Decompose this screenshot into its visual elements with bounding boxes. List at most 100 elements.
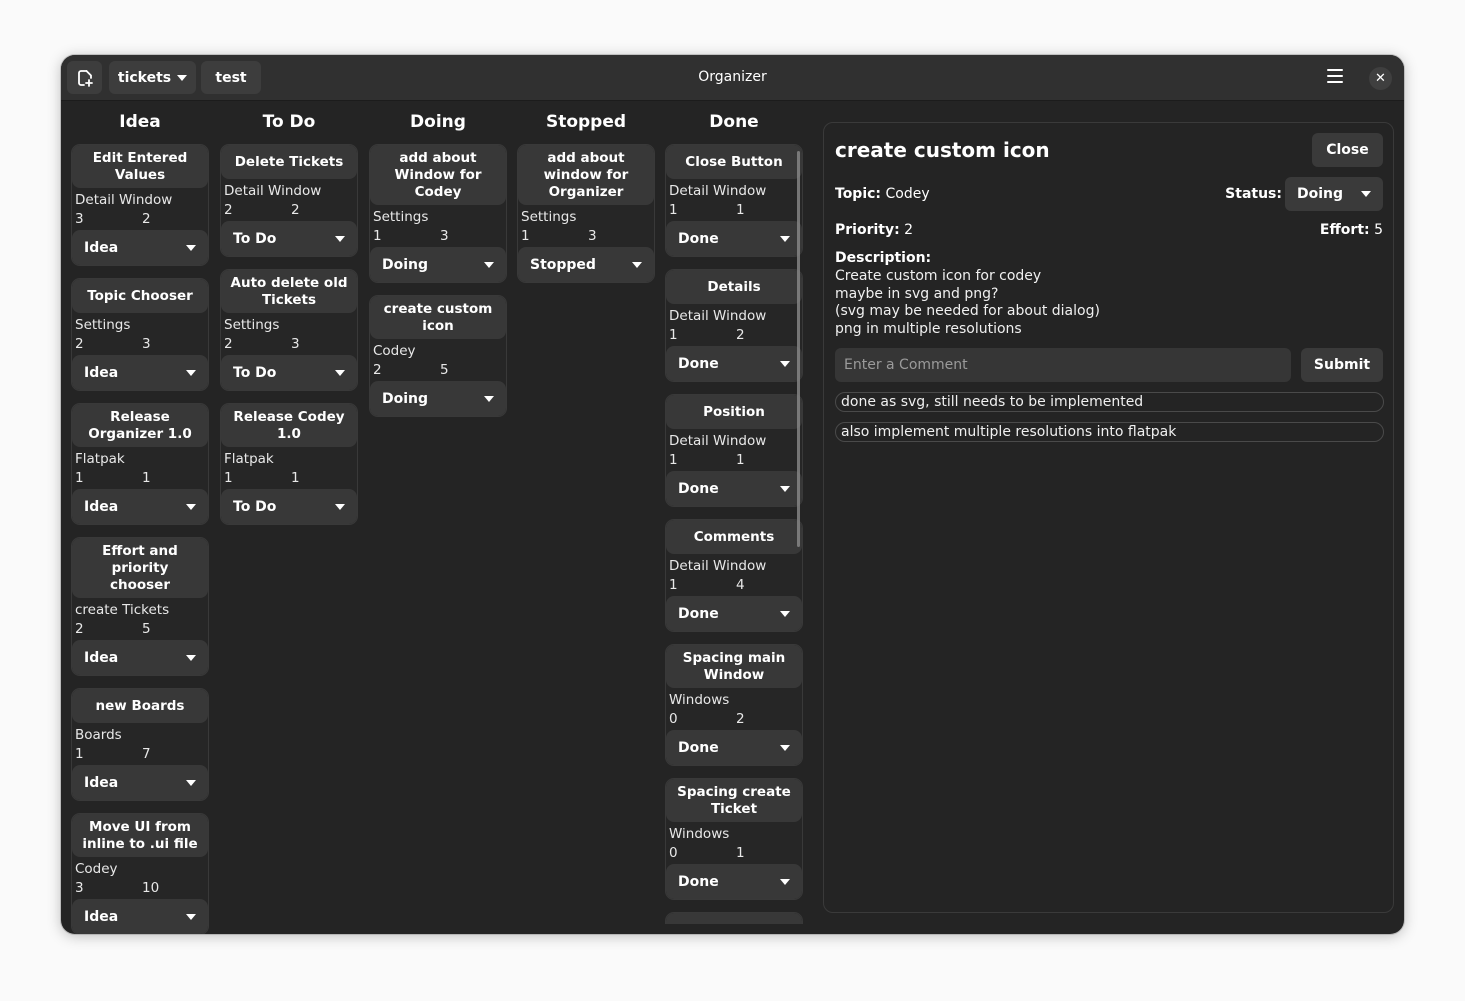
close-icon: ✕ (1375, 71, 1386, 86)
ticket-card[interactable]: Topic Chooser Settings 2 3 Idea (71, 278, 209, 391)
ticket-status-label: Idea (84, 649, 119, 666)
ticket-status-dropdown[interactable]: To Do (221, 489, 357, 524)
chevron-down-icon (186, 779, 196, 786)
ticket-title-button[interactable]: Auto delete old Tickets (221, 270, 357, 313)
detail-status-dropdown[interactable]: Doing (1285, 177, 1383, 211)
ticket-title-button[interactable]: Comments (666, 520, 802, 554)
ticket-values: 25 (72, 620, 208, 638)
ticket-card[interactable]: Spacing main Window Windows 0 2 Done (665, 644, 803, 766)
ticket-card[interactable]: Auto delete old Tickets Settings 2 3 To Do (220, 269, 358, 391)
ticket-title-button[interactable]: new Boards (72, 689, 208, 723)
ticket-card[interactable]: Delete Tickets Detail Window 2 2 To Do (220, 144, 358, 257)
ticket-values: 25 (370, 361, 506, 379)
chevron-down-icon (186, 369, 196, 376)
hamburger-menu-icon[interactable] (1327, 69, 1343, 85)
ticket-values: 3 10 (72, 879, 208, 897)
ticket-title-button[interactable]: Effort and priority chooser (72, 538, 208, 598)
detail-effort: Effort: 5 (1320, 222, 1383, 238)
ticket-title-button[interactable]: Close Button (666, 145, 802, 179)
ticket-status-dropdown[interactable]: Doing (370, 381, 506, 416)
ticket-status-dropdown[interactable]: Idea (72, 230, 208, 265)
column-card-list: Close Button Detail Window 1 1 Done Details De… (665, 144, 810, 924)
ticket-status-dropdown[interactable]: Done (666, 596, 802, 631)
ticket-card[interactable]: add about Window for Codey Settings 1 3 Doin… (369, 144, 507, 283)
detail-close-button[interactable]: Close (1312, 133, 1383, 167)
ticket-topic: Detail Window (669, 183, 767, 199)
ticket-card[interactable]: Comments Detail Window 1 4 Done (665, 519, 803, 632)
ticket-status-dropdown[interactable]: Idea (72, 765, 208, 800)
ticket-status-dropdown[interactable]: Idea (72, 640, 208, 675)
ticket-priority: 1 (521, 228, 530, 244)
ticket-title-button[interactable]: Release Codey 1.0 (221, 404, 357, 447)
ticket-status-dropdown[interactable]: Doing (370, 247, 506, 282)
ticket-title-button[interactable]: Release Organizer 1.0 (72, 404, 208, 447)
ticket-card[interactable]: Release Organizer 1.0 Flatpak 1 1 Idea (71, 403, 209, 525)
status-label: Status: (1225, 186, 1282, 202)
ticket-card[interactable]: Build Codey (665, 912, 803, 924)
ticket-card[interactable]: Position Detail Window 1 1 Done (665, 394, 803, 507)
ticket-priority: 3 (75, 880, 84, 896)
ticket-card[interactable]: Details Detail Window 1 2 Done (665, 269, 803, 382)
done-column-scrollbar[interactable] (797, 151, 800, 547)
ticket-status-dropdown[interactable]: Done (666, 730, 802, 765)
ticket-status-dropdown[interactable]: Idea (72, 355, 208, 390)
comment-input[interactable] (835, 348, 1291, 382)
ticket-topic: create Tickets (75, 602, 170, 618)
ticket-status-dropdown[interactable]: Idea (72, 489, 208, 524)
ticket-status-dropdown[interactable]: Idea (72, 899, 208, 934)
ticket-effort: 3 (440, 228, 449, 244)
ticket-effort: 2 (736, 711, 745, 727)
ticket-values: 22 (221, 201, 357, 219)
ticket-status-dropdown[interactable]: Done (666, 221, 802, 256)
ticket-title-button[interactable]: Details (666, 270, 802, 304)
ticket-card[interactable]: Spacing create Ticket Windows 0 1 Done (665, 778, 803, 900)
chevron-down-icon (335, 235, 345, 242)
ticket-priority: 1 (75, 470, 84, 486)
ticket-title-button[interactable]: add about Window for Codey (370, 145, 506, 205)
ticket-title-button[interactable]: add about window for Organizer (518, 145, 654, 205)
ticket-status-dropdown[interactable]: Done (666, 471, 802, 506)
comment-item: done as svg, still needs to be implement… (835, 392, 1384, 412)
ticket-title-button[interactable]: create custom icon (370, 296, 506, 339)
ticket-card[interactable]: Effort and priority chooser create Ticket… (71, 537, 209, 676)
ticket-title-button[interactable]: Move UI from inline to .ui file (72, 814, 208, 857)
ticket-effort: 1 (736, 452, 745, 468)
window-close-button[interactable]: ✕ (1369, 67, 1392, 90)
ticket-topic: Settings (224, 317, 280, 333)
ticket-title-button[interactable]: Spacing main Window (666, 645, 802, 688)
ticket-card[interactable]: Move UI from inline to .ui file Codey 3 10 I… (71, 813, 209, 934)
ticket-status-dropdown[interactable]: Done (666, 346, 802, 381)
submit-comment-button[interactable]: Submit (1301, 348, 1383, 382)
ticket-status-dropdown[interactable]: To Do (221, 355, 357, 390)
ticket-status-label: Done (678, 480, 719, 497)
chevron-down-icon (335, 503, 345, 510)
ticket-title-button[interactable]: Edit Entered Values (72, 145, 208, 188)
ticket-title-button[interactable]: Delete Tickets (221, 145, 357, 179)
ticket-status-label: To Do (233, 364, 277, 381)
ticket-card[interactable]: create custom icon Codey 2 5 Doing (369, 295, 507, 417)
ticket-title-button[interactable]: Build Codey (666, 913, 802, 924)
ticket-status-label: Doing (382, 256, 429, 273)
ticket-status-dropdown[interactable]: Stopped (518, 247, 654, 282)
ticket-status-dropdown[interactable]: To Do (221, 221, 357, 256)
ticket-card[interactable]: Release Codey 1.0 Flatpak 1 1 To Do (220, 403, 358, 525)
ticket-topic: Detail Window (669, 433, 767, 449)
ticket-card[interactable]: add about window for Organizer Settings 1 3… (517, 144, 655, 283)
ticket-priority: 1 (669, 452, 678, 468)
chevron-down-icon (780, 610, 790, 617)
topic-value: Codey (885, 186, 930, 202)
ticket-status-dropdown[interactable]: Done (666, 864, 802, 899)
ticket-topic: Codey (373, 343, 416, 359)
ticket-card[interactable]: new Boards Boards 1 7 Idea (71, 688, 209, 801)
ticket-card[interactable]: Edit Entered Values Detail Window 3 2 Idea (71, 144, 209, 266)
chevron-down-icon (186, 654, 196, 661)
ticket-title-button[interactable]: Position (666, 395, 802, 429)
ticket-status-label: To Do (233, 230, 277, 247)
ticket-title-button[interactable]: Spacing create Ticket (666, 779, 802, 822)
ticket-effort: 1 (291, 470, 300, 486)
ticket-topic: Flatpak (75, 451, 125, 467)
ticket-status-label: To Do (233, 498, 277, 515)
ticket-card[interactable]: Close Button Detail Window 1 1 Done (665, 144, 803, 257)
ticket-values: 14 (666, 576, 802, 594)
ticket-title-button[interactable]: Topic Chooser (72, 279, 208, 313)
